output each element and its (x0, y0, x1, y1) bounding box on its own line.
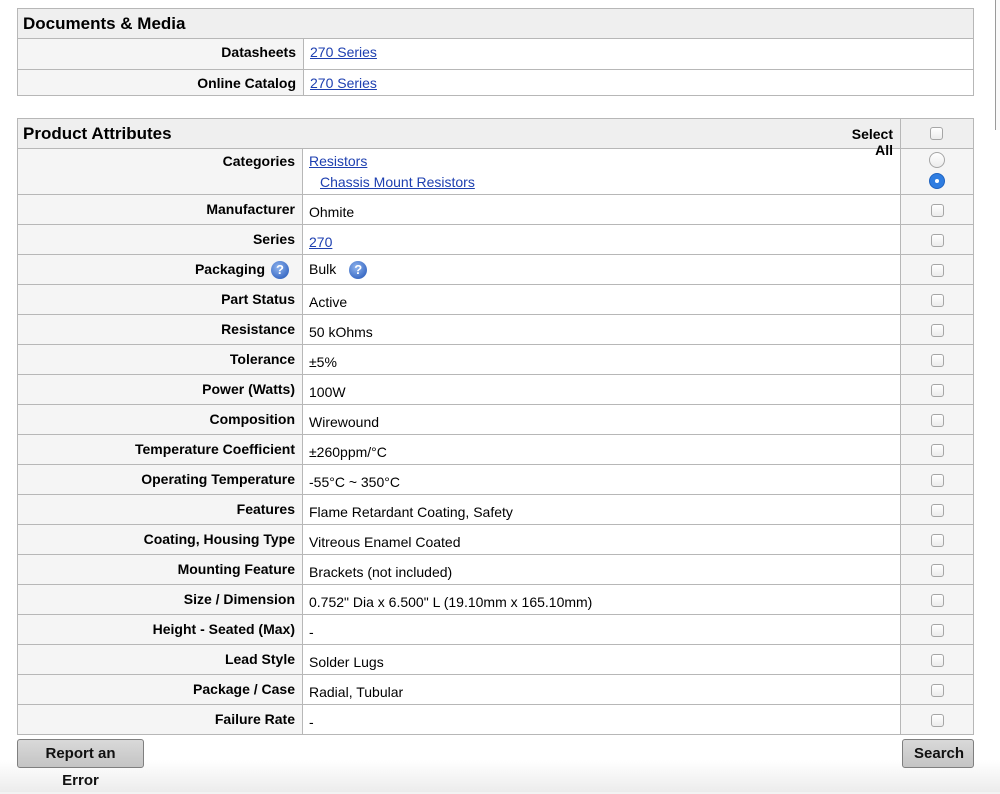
attribute-label: Height - Seated (Max) (17, 614, 303, 645)
table-row: Manufacturer Ohmite (17, 194, 974, 225)
attribute-checkbox[interactable] (930, 534, 944, 547)
table-row: Series 270 (17, 224, 974, 255)
attribute-value: Solder Lugs (302, 644, 901, 675)
attribute-checkbox[interactable] (930, 684, 944, 697)
table-row: Mounting Feature Brackets (not included) (17, 554, 974, 585)
attribute-label: Operating Temperature (17, 464, 303, 495)
select-all-header: Select All (852, 118, 974, 158)
attribute-label: Coating, Housing Type (17, 524, 303, 555)
attribute-value: -55°C ~ 350°C (302, 464, 901, 495)
attribute-value: 50 kOhms (302, 314, 901, 345)
attribute-checkbox[interactable] (930, 504, 944, 517)
online-catalog-link[interactable]: 270 Series (310, 75, 377, 91)
table-row: Temperature Coefficient ±260ppm/°C (17, 434, 974, 465)
attribute-checkbox[interactable] (930, 414, 944, 427)
attribute-checkbox[interactable] (930, 204, 944, 217)
datasheets-link[interactable]: 270 Series (310, 44, 377, 60)
attribute-value: Wirewound (302, 404, 901, 435)
attribute-checkbox[interactable] (930, 654, 944, 667)
table-row: Height - Seated (Max) - (17, 614, 974, 645)
table-row: Features Flame Retardant Coating, Safety (17, 494, 974, 525)
series-link[interactable]: 270 (309, 234, 332, 250)
table-row: Lead Style Solder Lugs (17, 644, 974, 675)
table-row: Part Status Active (17, 284, 974, 315)
attribute-value: Brackets (not included) (302, 554, 901, 585)
table-row: Coating, Housing Type Vitreous Enamel Co… (17, 524, 974, 555)
table-row: Size / Dimension 0.752" Dia x 6.500" L (… (17, 584, 974, 615)
attribute-label: Mounting Feature (17, 554, 303, 585)
table-row: Categories Resistors Chassis Mount Resis… (17, 148, 974, 195)
documents-media-title: Documents & Media (17, 8, 974, 39)
attribute-checkbox[interactable] (930, 354, 944, 367)
attribute-label: Tolerance (17, 344, 303, 375)
attribute-checkbox[interactable] (930, 264, 944, 277)
table-row: Failure Rate - (17, 704, 974, 735)
documents-media-table: Documents & Media Datasheets 270 Series … (17, 8, 974, 96)
window-edge (995, 0, 1000, 130)
online-catalog-label: Online Catalog (17, 69, 304, 96)
attribute-value: Ohmite (302, 194, 901, 225)
attribute-checkbox[interactable] (930, 564, 944, 577)
attribute-checkbox[interactable] (930, 624, 944, 637)
attribute-value: ±260ppm/°C (302, 434, 901, 465)
attribute-label: Temperature Coefficient (17, 434, 303, 465)
attribute-checkbox[interactable] (930, 594, 944, 607)
categories-label: Categories (17, 148, 303, 195)
attribute-checkbox[interactable] (930, 444, 944, 457)
attribute-value: - (302, 614, 901, 645)
question-circle-icon[interactable]: ? (349, 261, 368, 280)
product-attributes-table: Product Attributes Select All Categories… (17, 118, 974, 735)
attribute-label: Part Status (17, 284, 303, 315)
category-chassis-mount-link[interactable]: Chassis Mount Resistors (320, 174, 475, 190)
attribute-value: ±5% (302, 344, 901, 375)
attribute-checkbox[interactable] (930, 294, 944, 307)
attribute-label: Size / Dimension (17, 584, 303, 615)
attribute-checkbox[interactable] (930, 384, 944, 397)
attribute-checkbox[interactable] (930, 714, 944, 727)
attribute-value: Bulk (309, 261, 337, 277)
table-row: Operating Temperature -55°C ~ 350°C (17, 464, 974, 495)
table-row: Resistance 50 kOhms (17, 314, 974, 345)
attribute-value: 100W (302, 374, 901, 405)
table-row: Datasheets 270 Series (17, 38, 974, 70)
category-resistors-radio[interactable] (929, 152, 945, 168)
attribute-checkbox[interactable] (930, 324, 944, 337)
attribute-checkbox[interactable] (930, 234, 944, 247)
search-button[interactable]: Search (902, 739, 974, 768)
table-row: Composition Wirewound (17, 404, 974, 435)
question-circle-icon[interactable]: ? (271, 261, 289, 280)
table-row: Power (Watts) 100W (17, 374, 974, 405)
attribute-value: Vitreous Enamel Coated (302, 524, 901, 555)
attribute-label: Packaging (194, 261, 265, 277)
attribute-label: Resistance (17, 314, 303, 345)
attribute-label: Features (17, 494, 303, 525)
attribute-value: Radial, Tubular (302, 674, 901, 705)
table-row: Package / Case Radial, Tubular (17, 674, 974, 705)
table-row: Online Catalog 270 Series (17, 69, 974, 96)
table-row: Packaging? Bulk? (17, 254, 974, 285)
attribute-value: - (302, 704, 901, 735)
category-resistors-link[interactable]: Resistors (309, 153, 367, 169)
attribute-label: Manufacturer (17, 194, 303, 225)
attribute-checkbox[interactable] (930, 474, 944, 487)
report-error-button[interactable]: Report an Error (17, 739, 144, 789)
attribute-label: Failure Rate (17, 704, 303, 735)
category-chassis-mount-radio[interactable] (929, 173, 945, 189)
select-all-label: Select All (851, 126, 893, 158)
table-row: Tolerance ±5% (17, 344, 974, 375)
attribute-label: Package / Case (17, 674, 303, 705)
attribute-label: Power (Watts) (17, 374, 303, 405)
product-attributes-title: Product Attributes (17, 118, 901, 149)
attribute-value: Flame Retardant Coating, Safety (302, 494, 901, 525)
datasheets-label: Datasheets (17, 38, 304, 70)
attribute-label: Composition (17, 404, 303, 435)
attribute-value: Active (302, 284, 901, 315)
attribute-label: Lead Style (17, 644, 303, 675)
attribute-value: 0.752" Dia x 6.500" L (19.10mm x 165.10m… (302, 584, 901, 615)
attribute-label: Series (17, 224, 303, 255)
select-all-checkbox[interactable] (930, 127, 943, 140)
